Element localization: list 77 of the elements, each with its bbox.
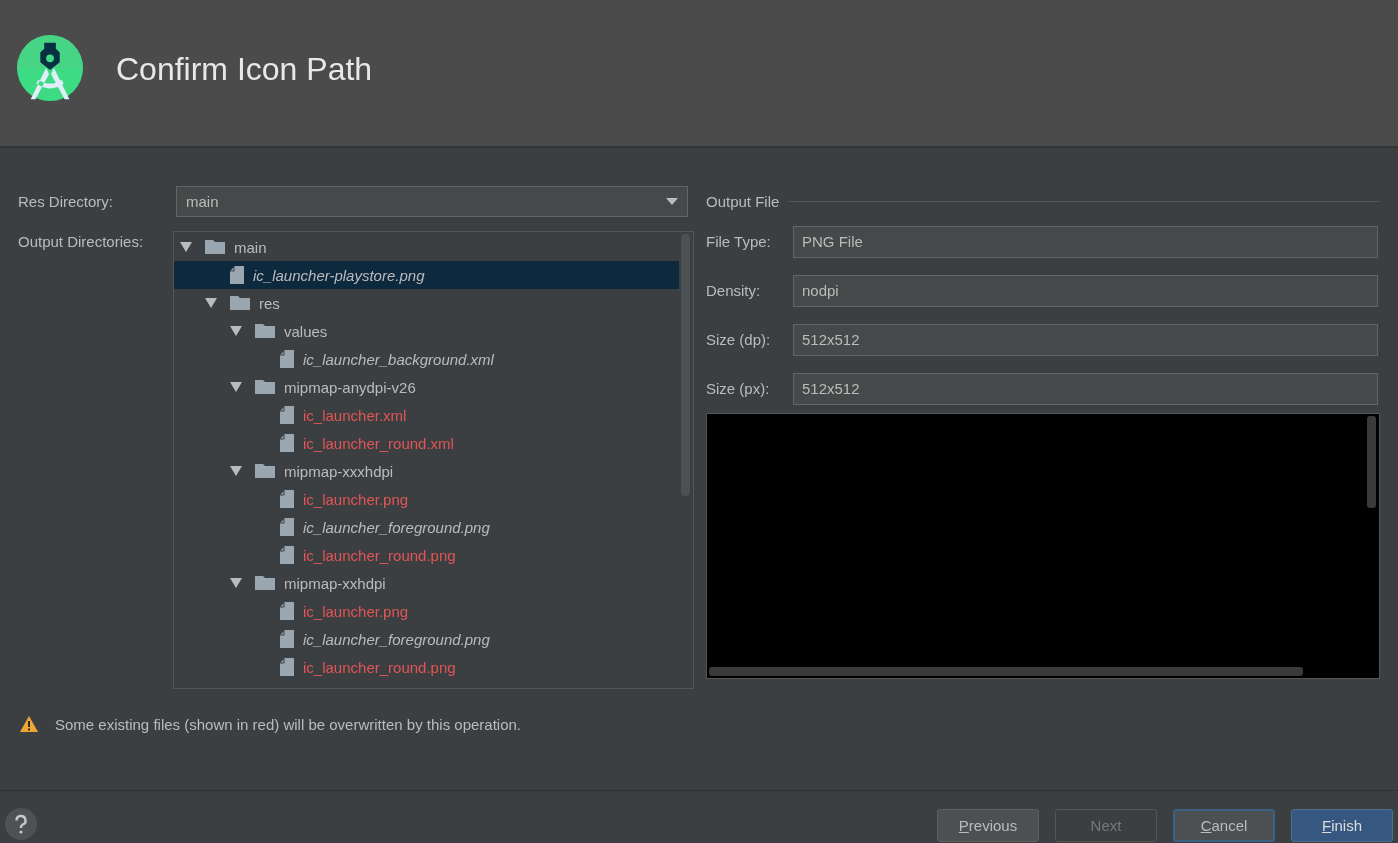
collapse-arrow-icon[interactable]	[230, 325, 242, 337]
input-field[interactable]: 512x512	[793, 323, 1378, 356]
tree-row[interactable]: values	[174, 317, 679, 345]
folder-icon	[205, 240, 225, 254]
warning-icon	[20, 716, 38, 732]
field-label: Density:	[706, 282, 762, 299]
file-icon	[280, 434, 294, 452]
dropdown-value: main	[186, 193, 219, 210]
warning-message: Some existing files (shown in red) will be overwritten by this operation.	[55, 715, 522, 733]
folder-name: res	[259, 294, 280, 312]
file-icon	[280, 490, 294, 508]
file-icon	[280, 630, 294, 648]
field-label: Size (dp):	[706, 331, 772, 348]
file-name: ic_launcher_foreground.png	[303, 518, 490, 536]
input-field[interactable]: PNG File	[793, 225, 1378, 258]
folder-name: mipmap-xxxhdpi	[284, 462, 394, 480]
tree-row[interactable]: ic_launcher_round.xml	[174, 429, 679, 457]
field-label: Size (px):	[706, 380, 771, 397]
collapse-arrow-icon[interactable]	[230, 381, 242, 393]
dialog-button[interactable]: Finish	[1291, 808, 1393, 842]
folder-name: mipmap-anydpi-v26	[284, 378, 416, 396]
file-icon	[280, 602, 294, 620]
folder-icon	[255, 576, 275, 590]
tree-row[interactable]: ic_launcher_background.xml	[174, 345, 679, 373]
file-name: ic_launcher_round.png	[303, 546, 456, 564]
field-label: Res Directory:	[18, 193, 115, 210]
dialog-button[interactable]: Previous	[937, 808, 1039, 842]
tree-row[interactable]: ic_launcher_round.png	[174, 653, 679, 681]
file-icon	[280, 518, 294, 536]
tree-row[interactable]: res	[174, 289, 679, 317]
tree-row[interactable]: ic_launcher-playstore.png	[174, 261, 679, 289]
file-icon	[230, 266, 244, 284]
folder-name: values	[284, 322, 328, 340]
file-name: ic_launcher.png	[303, 602, 409, 620]
scrollbar[interactable]	[1367, 416, 1376, 508]
tree-row[interactable]: ic_launcher_round.png	[174, 541, 679, 569]
file-name: ic_launcher-playstore.png	[253, 266, 425, 284]
tree-row[interactable]: ic_launcher.xml	[174, 401, 679, 429]
section-title: Output File	[706, 193, 780, 210]
collapse-arrow-icon[interactable]	[230, 465, 242, 477]
file-name: ic_launcher_foreground.png	[303, 630, 490, 648]
folder-icon	[255, 380, 275, 394]
file-name: ic_launcher_round.xml	[303, 434, 454, 452]
file-icon	[280, 350, 294, 368]
caret-icon	[666, 198, 678, 205]
folder-name: main	[234, 238, 267, 256]
folder-name: mipmap-xxhdpi	[284, 574, 386, 592]
tree-row[interactable]: ic_launcher_foreground.png	[174, 625, 679, 653]
input-field[interactable]: nodpi	[793, 274, 1378, 307]
help-icon[interactable]	[5, 808, 37, 840]
scrollbar[interactable]	[709, 667, 1303, 676]
tree-row[interactable]: mipmap-xxhdpi	[174, 569, 679, 597]
file-name: ic_launcher_round.png	[303, 658, 456, 676]
collapse-arrow-icon[interactable]	[205, 297, 217, 309]
file-icon	[280, 546, 294, 564]
tree-row[interactable]: ic_launcher.png	[174, 485, 679, 513]
file-icon	[280, 406, 294, 424]
file-icon	[280, 658, 294, 676]
input-field[interactable]: 512x512	[793, 372, 1378, 405]
tree-row[interactable]: main	[174, 233, 679, 261]
folder-icon	[255, 464, 275, 478]
folder-icon	[255, 324, 275, 338]
collapse-arrow-icon[interactable]	[230, 577, 242, 589]
res-directory-dropdown[interactable]: main	[176, 186, 688, 217]
tree-row[interactable]: mipmap-anydpi-v26	[174, 373, 679, 401]
dialog-title: Confirm Icon Path	[116, 50, 373, 88]
tree-row[interactable]: ic_launcher.png	[174, 597, 679, 625]
tree-row[interactable]: ic_launcher_foreground.png	[174, 513, 679, 541]
dialog-button[interactable]: Cancel	[1173, 808, 1275, 842]
field-label: Output Directories:	[18, 233, 145, 250]
file-name: ic_launcher_background.xml	[303, 350, 494, 368]
file-name: ic_launcher.xml	[303, 406, 407, 424]
file-name: ic_launcher.png	[303, 490, 409, 508]
folder-icon	[230, 296, 250, 310]
collapse-arrow-icon[interactable]	[180, 241, 192, 253]
field-label: File Type:	[706, 233, 772, 250]
tree-row[interactable]: mipmap-xxxhdpi	[174, 457, 679, 485]
